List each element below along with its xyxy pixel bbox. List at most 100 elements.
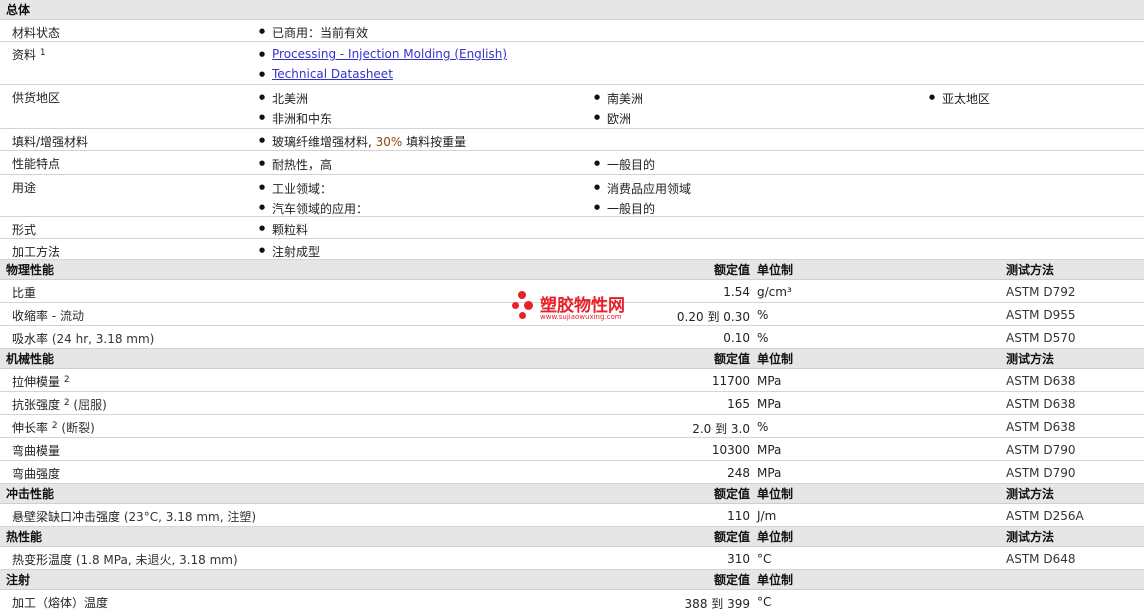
- table-row: 悬壁梁缺口冲击强度 (23°C, 3.18 mm, 注塑) 110 J/m AS…: [0, 504, 1144, 527]
- header-unit: 单位制: [757, 263, 794, 277]
- list-item: 消费品应用领域: [594, 180, 691, 197]
- property-test: ASTM D790: [1006, 443, 1076, 457]
- property-value: 0.20 到 0.30: [676, 310, 750, 324]
- header-value: 额定值: [713, 573, 750, 587]
- watermark-logo: 塑胶物性网 www.sujiaowuxing.com: [510, 289, 650, 325]
- property-value: 10300: [711, 443, 750, 457]
- property-test: ASTM D792: [1006, 285, 1076, 299]
- list-item: 注射成型: [259, 243, 320, 260]
- property-test: ASTM D638: [1006, 397, 1076, 411]
- datasheet-link[interactable]: Technical Datasheet: [272, 67, 393, 81]
- label: 用途: [12, 181, 37, 195]
- property-name: 比重: [12, 286, 37, 300]
- property-label: 弯曲强度: [12, 465, 60, 482]
- section-physical-header: 物理性能 额定值 单位制 测试方法: [0, 260, 1144, 280]
- header-unit: 单位制: [757, 352, 794, 366]
- list-item: 亚太地区: [929, 90, 990, 107]
- property-label: 收缩率 - 流动: [12, 307, 84, 324]
- list-item: Technical Datasheet: [259, 67, 393, 81]
- filler-text: 填料按重量: [402, 135, 467, 149]
- footnote-mark: 1: [39, 48, 46, 58]
- logo-dot-icon: [518, 291, 526, 299]
- property-name: 抗张强度: [12, 398, 61, 412]
- row-uses: 用途 工业领域： 消费品应用领域 汽车领域的应用： 一般目的: [0, 175, 1144, 217]
- property-test: ASTM D790: [1006, 466, 1076, 480]
- property-unit: g/cm³: [757, 285, 792, 299]
- table-row: 热变形温度 (1.8 MPa, 未退火, 3.18 mm) 310 °C AST…: [0, 547, 1144, 570]
- table-row: 吸水率 (24 hr, 3.18 mm) 0.10 % ASTM D570: [0, 326, 1144, 349]
- property-label: 抗张强度 2 (屈服): [12, 396, 107, 413]
- row-features: 性能特点 耐热性，高 一般目的: [0, 151, 1144, 175]
- section-title: 冲击性能: [6, 487, 55, 501]
- row-filler: 填料/增强材料 玻璃纤维增强材料, 30% 填料按重量: [0, 129, 1144, 151]
- property-label: 弯曲模量: [12, 442, 60, 459]
- list-item: 一般目的: [594, 200, 655, 217]
- property-test: ASTM D638: [1006, 420, 1076, 434]
- table-row: 弯曲强度 248 MPa ASTM D790: [0, 461, 1144, 484]
- property-unit: %: [757, 331, 769, 345]
- property-label: 比重: [12, 284, 36, 301]
- property-name: 拉伸模量: [12, 375, 61, 389]
- table-row: 拉伸模量 2 11700 MPa ASTM D638: [0, 369, 1144, 392]
- table-row: 伸长率 2 (断裂) 2.0 到 3.0 % ASTM D638: [0, 415, 1144, 438]
- section-title: 物理性能: [6, 263, 55, 277]
- processing-link[interactable]: Processing - Injection Molding (English): [272, 47, 507, 61]
- row-supply: 供货地区 北美洲 南美洲 亚太地区 非洲和中东 欧洲: [0, 85, 1144, 129]
- row-method: 加工方法 注射成型: [0, 239, 1144, 260]
- row-form: 形式 颗粒料: [0, 217, 1144, 239]
- watermark-url: www.sujiaowuxing.com: [540, 313, 622, 321]
- list-item: 一般目的: [594, 156, 655, 173]
- section-thermal-header: 热性能 额定值 单位制 测试方法: [0, 527, 1144, 547]
- filler-text: 玻璃纤维增强材料,: [272, 135, 376, 149]
- property-label: 伸长率 2 (断裂): [12, 419, 95, 436]
- property-condition: - 流动: [48, 309, 84, 323]
- status-value: 已商用：当前有效: [259, 24, 368, 41]
- footnote-mark: 2: [63, 375, 70, 385]
- property-condition: (24 hr, 3.18 mm): [48, 332, 155, 346]
- property-name: 弯曲强度: [12, 467, 61, 481]
- list-item: Processing - Injection Molding (English): [259, 47, 507, 61]
- header-value: 额定值: [713, 487, 750, 501]
- property-test: ASTM D638: [1006, 374, 1076, 388]
- property-unit: °C: [757, 552, 772, 566]
- property-label: 加工（熔体）温度: [12, 594, 108, 611]
- label: 性能特点: [12, 157, 61, 171]
- section-injection-header: 注射 额定值 单位制: [0, 570, 1144, 590]
- header-value: 额定值: [713, 263, 750, 277]
- header-unit: 单位制: [757, 487, 794, 501]
- property-name: 加工（熔体）温度: [12, 596, 109, 610]
- label: 加工方法: [12, 245, 61, 259]
- property-value: 165: [727, 397, 750, 411]
- table-row: 加工（熔体）温度 388 到 399 °C: [0, 590, 1144, 613]
- property-label: 拉伸模量 2: [12, 373, 70, 390]
- list-item: 颗粒料: [259, 221, 308, 238]
- header-test: 测试方法: [1006, 530, 1055, 544]
- header-unit: 单位制: [757, 573, 794, 587]
- property-condition: (断裂): [57, 421, 95, 435]
- property-value: 388 到 399: [684, 597, 750, 611]
- list-item: 工业领域：: [259, 180, 332, 197]
- section-mechanical-header: 机械性能 额定值 单位制 测试方法: [0, 349, 1144, 369]
- section-title: 注射: [6, 573, 31, 587]
- section-general-header: 总体: [0, 0, 1144, 20]
- logo-dot-icon: [524, 301, 533, 310]
- label: 供货地区: [12, 91, 61, 105]
- section-title: 总体: [6, 3, 31, 17]
- property-value: 248: [727, 466, 750, 480]
- property-name: 收缩率: [12, 309, 49, 323]
- table-row: 弯曲模量 10300 MPa ASTM D790: [0, 438, 1144, 461]
- property-unit: J/m: [757, 509, 777, 523]
- label: 资料 1: [12, 46, 46, 63]
- table-row: 抗张强度 2 (屈服) 165 MPa ASTM D638: [0, 392, 1144, 415]
- label: 材料状态: [12, 26, 61, 40]
- label-text: 资料: [12, 48, 37, 62]
- header-test: 测试方法: [1006, 352, 1055, 366]
- header-value: 额定值: [713, 530, 750, 544]
- property-value: 310: [727, 552, 750, 566]
- property-test: ASTM D648: [1006, 552, 1076, 566]
- logo-dot-icon: [519, 312, 526, 319]
- row-status: 材料状态 已商用：当前有效: [0, 20, 1144, 42]
- list-item: 耐热性，高: [259, 156, 332, 173]
- logo-dot-icon: [512, 302, 519, 309]
- property-unit: %: [757, 308, 769, 322]
